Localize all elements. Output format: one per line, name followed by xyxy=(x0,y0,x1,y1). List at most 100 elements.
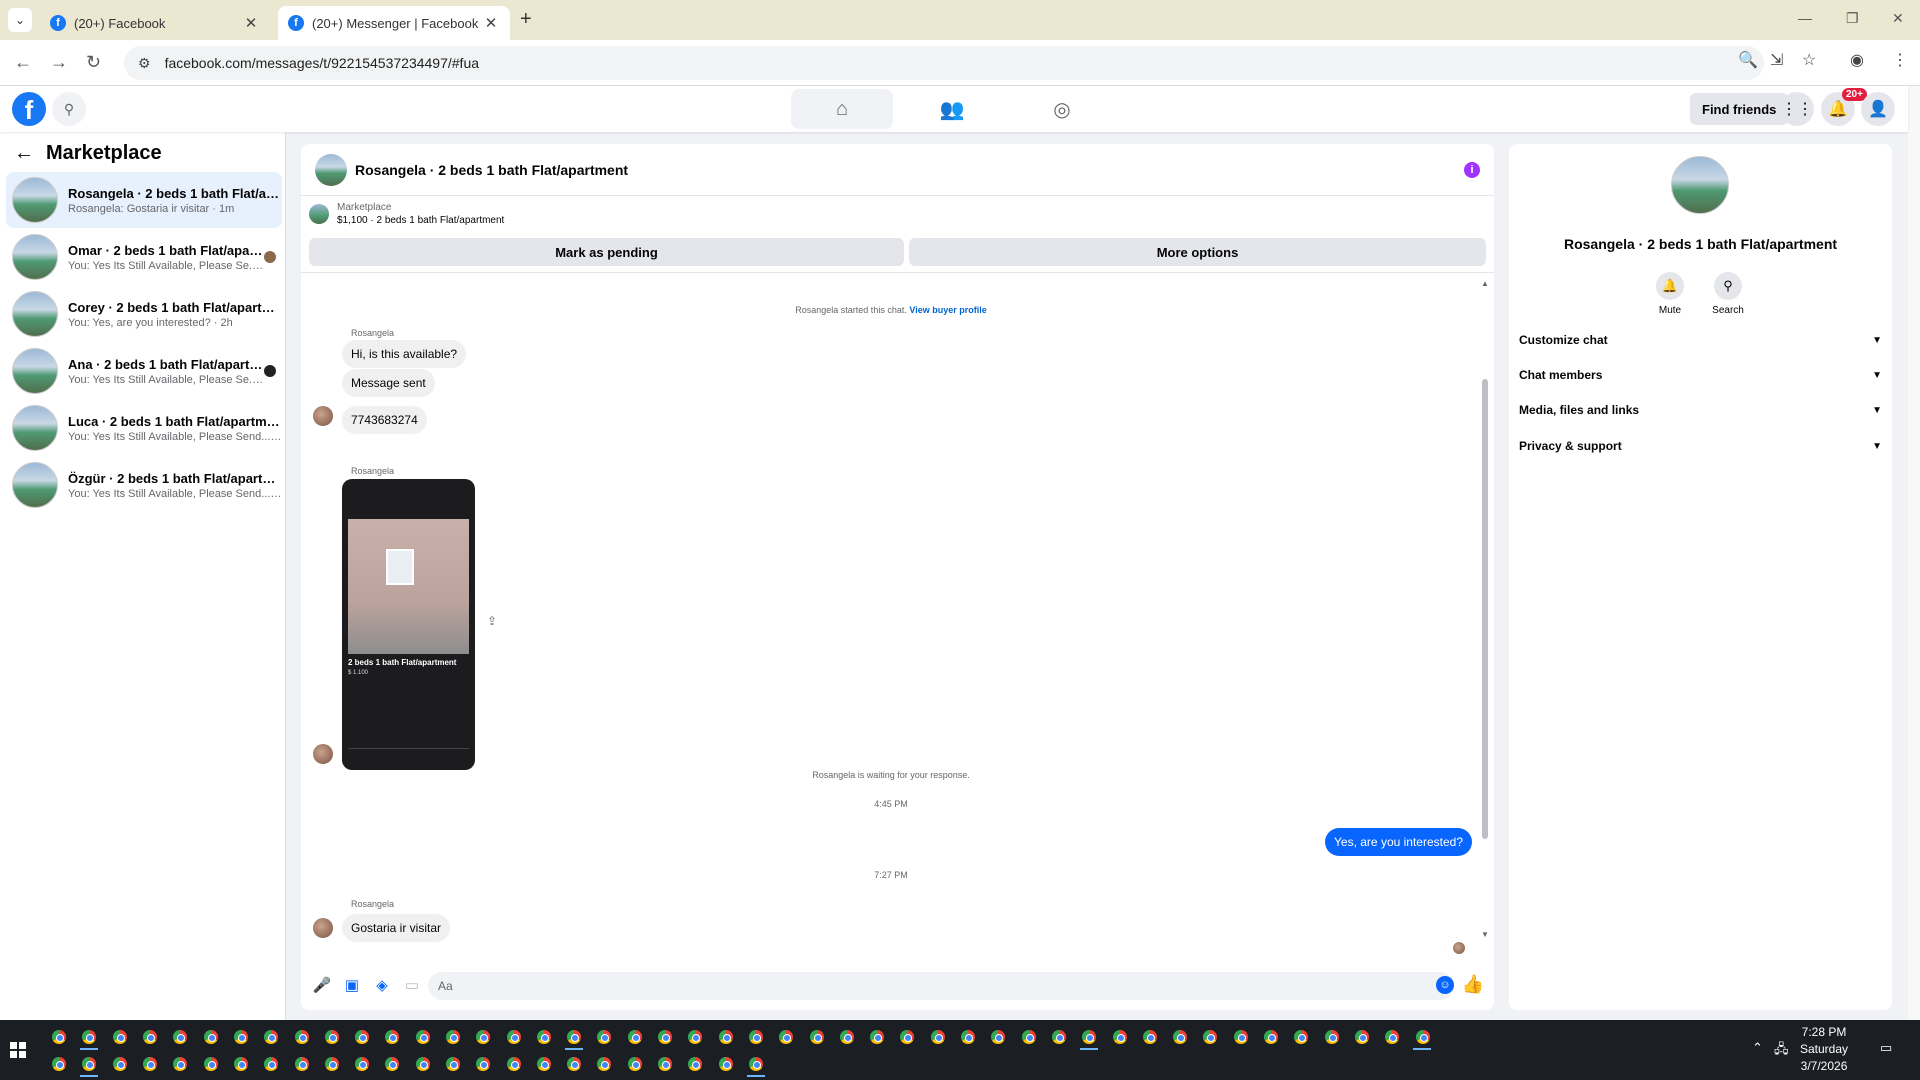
taskbar-browser-icon[interactable] xyxy=(680,1051,710,1077)
reload-icon[interactable]: ↻ xyxy=(86,52,101,73)
taskbar-browser-icon[interactable] xyxy=(165,1051,195,1077)
taskbar-browser-icon[interactable] xyxy=(711,1024,741,1050)
sender-avatar[interactable] xyxy=(313,918,333,938)
groups-nav-icon[interactable]: ◎ xyxy=(1011,89,1113,129)
taskbar-browser-icon[interactable] xyxy=(438,1051,468,1077)
conversation-item[interactable]: Özgür · 2 beds 1 bath Flat/apartme... You… xyxy=(6,457,282,513)
taskbar-browser-icon[interactable] xyxy=(741,1024,771,1050)
taskbar-browser-icon[interactable] xyxy=(226,1051,256,1077)
chat-listing-thumbnail[interactable] xyxy=(315,153,347,186)
taskbar-browser-icon[interactable] xyxy=(741,1051,771,1077)
privacy-support-row[interactable]: Privacy & support ▼ xyxy=(1519,432,1882,460)
zoom-icon[interactable]: 🔍 xyxy=(1738,50,1758,70)
back-arrow-icon[interactable]: ← xyxy=(14,142,34,165)
outgoing-message[interactable]: Yes, are you interested? xyxy=(1325,828,1472,856)
taskbar-browser-icon[interactable] xyxy=(286,1051,316,1077)
address-bar[interactable]: ⚙ facebook.com/messages/t/92215453723449… xyxy=(124,46,1764,80)
minimize-icon[interactable]: — xyxy=(1798,10,1812,26)
taskbar-browser-icon[interactable] xyxy=(256,1051,286,1077)
taskbar-browser-icon[interactable] xyxy=(1377,1024,1407,1050)
conversation-item[interactable]: Omar · 2 beds 1 bath Flat/apart... You: Y… xyxy=(6,229,282,285)
taskbar-browser-icon[interactable] xyxy=(44,1051,74,1077)
taskbar-browser-icon[interactable] xyxy=(1014,1024,1044,1050)
incoming-message[interactable]: Hi, is this available? xyxy=(342,340,467,368)
search-icon[interactable]: ⚲ xyxy=(52,92,86,126)
friends-nav-icon[interactable]: 👥 xyxy=(901,89,1003,129)
search-button[interactable]: ⚲ Search xyxy=(1703,272,1753,316)
taskbar-browser-icon[interactable] xyxy=(1226,1024,1256,1050)
page-scrollbar[interactable] xyxy=(1908,86,1920,1020)
scroll-thumb[interactable] xyxy=(1482,379,1488,839)
taskbar-browser-icon[interactable] xyxy=(408,1024,438,1050)
taskbar-browser-icon[interactable] xyxy=(498,1024,528,1050)
menu-grid-icon[interactable]: ⋮⋮ xyxy=(1780,92,1814,126)
forward-icon[interactable]: → xyxy=(50,52,68,73)
taskbar-browser-icon[interactable] xyxy=(559,1051,589,1077)
sender-avatar[interactable] xyxy=(313,406,333,426)
scroll-up-icon[interactable]: ▲ xyxy=(1481,279,1489,288)
incoming-message[interactable]: Gostaria ir visitar xyxy=(342,914,451,942)
taskbar-browser-icon[interactable] xyxy=(650,1051,680,1077)
taskbar-browser-icon[interactable] xyxy=(1256,1024,1286,1050)
taskbar-browser-icon[interactable] xyxy=(559,1024,589,1050)
taskbar-browser-icon[interactable] xyxy=(135,1051,165,1077)
taskbar-browser-icon[interactable] xyxy=(892,1024,922,1050)
sender-avatar[interactable] xyxy=(313,744,333,764)
taskbar-browser-icon[interactable] xyxy=(862,1024,892,1050)
taskbar-browser-icon[interactable] xyxy=(286,1024,316,1050)
notification-center-icon[interactable]: ▭ xyxy=(1880,1040,1892,1056)
taskbar-browser-icon[interactable] xyxy=(195,1024,225,1050)
customize-chat-row[interactable]: Customize chat ▼ xyxy=(1519,326,1882,354)
taskbar-browser-icon[interactable] xyxy=(226,1024,256,1050)
taskbar-browser-icon[interactable] xyxy=(195,1051,225,1077)
taskbar-browser-icon[interactable] xyxy=(438,1024,468,1050)
taskbar-browser-icon[interactable] xyxy=(44,1024,74,1050)
taskbar-browser-icon[interactable] xyxy=(317,1024,347,1050)
thumbs-up-icon[interactable]: 👍 xyxy=(1462,974,1484,995)
taskbar-browser-icon[interactable] xyxy=(650,1024,680,1050)
account-avatar[interactable]: 👤 xyxy=(1861,92,1895,126)
sticker-icon[interactable]: ◈ xyxy=(371,974,393,996)
close-tab-icon[interactable]: ✕ xyxy=(242,14,260,32)
install-icon[interactable]: ⇲ xyxy=(1770,50,1783,70)
home-nav-icon[interactable]: ⌂ xyxy=(791,89,893,129)
tab-list-button[interactable]: ⌄ xyxy=(8,8,32,32)
mark-as-pending-button[interactable]: Mark as pending xyxy=(309,238,904,266)
message-input[interactable]: Aa xyxy=(428,972,1454,1000)
taskbar-browser-icon[interactable] xyxy=(1316,1024,1346,1050)
photo-icon[interactable]: ▣ xyxy=(341,974,363,996)
taskbar-browser-icon[interactable] xyxy=(680,1024,710,1050)
site-info-icon[interactable]: ⚙ xyxy=(138,55,151,72)
listing-summary[interactable]: Marketplace $1,100 · 2 beds 1 bath Flat/… xyxy=(309,202,504,226)
taskbar-browser-icon[interactable] xyxy=(1104,1024,1134,1050)
taskbar-browser-icon[interactable] xyxy=(620,1024,650,1050)
facebook-logo-icon[interactable]: f xyxy=(12,92,46,126)
info-icon[interactable]: i xyxy=(1464,162,1480,178)
taskbar-browser-icon[interactable] xyxy=(771,1024,801,1050)
incoming-message[interactable]: Message sent xyxy=(342,369,435,397)
taskbar-browser-icon[interactable] xyxy=(74,1024,104,1050)
taskbar-browser-icon[interactable] xyxy=(105,1024,135,1050)
tab-messenger[interactable]: f (20+) Messenger | Facebook ✕ xyxy=(278,6,510,40)
profile-icon[interactable]: ◉ xyxy=(1850,50,1864,70)
taskbar-browser-icon[interactable] xyxy=(1135,1024,1165,1050)
taskbar-browser-icon[interactable] xyxy=(1286,1024,1316,1050)
windows-start-icon[interactable] xyxy=(10,1042,26,1058)
network-icon[interactable]: 🖧 xyxy=(1774,1040,1789,1062)
taskbar-browser-icon[interactable] xyxy=(317,1051,347,1077)
chat-members-row[interactable]: Chat members ▼ xyxy=(1519,361,1882,389)
share-icon[interactable]: ⇪ xyxy=(487,614,497,628)
taskbar-browser-icon[interactable] xyxy=(953,1024,983,1050)
back-icon[interactable]: ← xyxy=(14,52,32,73)
scroll-down-icon[interactable]: ▼ xyxy=(1481,930,1489,939)
taskbar-browser-icon[interactable] xyxy=(983,1024,1013,1050)
restore-icon[interactable]: ❐ xyxy=(1846,10,1859,27)
taskbar-browser-icon[interactable] xyxy=(377,1024,407,1050)
taskbar-browser-icon[interactable] xyxy=(589,1024,619,1050)
taskbar-browser-icon[interactable] xyxy=(832,1024,862,1050)
taskbar-browser-icon[interactable] xyxy=(711,1051,741,1077)
listing-avatar[interactable] xyxy=(1671,156,1729,214)
close-tab-icon[interactable]: ✕ xyxy=(482,14,500,32)
taskbar-browser-icon[interactable] xyxy=(347,1024,377,1050)
mute-button[interactable]: 🔔 Mute xyxy=(1645,272,1695,316)
